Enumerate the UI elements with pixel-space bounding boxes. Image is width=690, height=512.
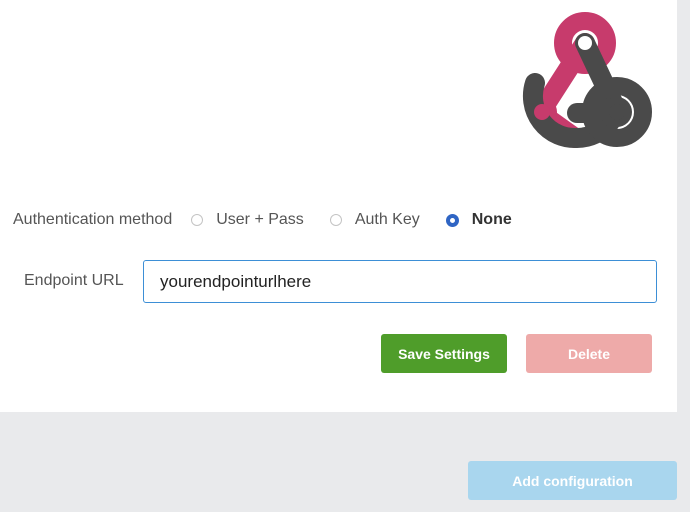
auth-option-label: User + Pass [216, 211, 304, 228]
endpoint-url-label: Endpoint URL [24, 272, 124, 289]
radio-unchecked-icon[interactable] [191, 214, 204, 226]
auth-option-label: None [471, 211, 512, 228]
auth-option-none[interactable]: None [445, 211, 512, 229]
save-settings-button[interactable]: Save Settings [381, 334, 507, 373]
auth-option-label: Auth Key [354, 211, 420, 228]
auth-option-user-pass[interactable]: User + Pass [191, 211, 304, 229]
webhook-icon [522, 12, 652, 149]
radio-checked-icon[interactable] [445, 213, 459, 227]
radio-unchecked-icon[interactable] [329, 214, 342, 226]
webhook-settings-panel: Authentication method User + Pass Auth K… [0, 0, 677, 412]
authentication-method-row: Authentication method User + Pass Auth K… [13, 208, 538, 232]
endpoint-url-input[interactable] [143, 260, 657, 303]
auth-option-auth-key[interactable]: Auth Key [329, 211, 420, 229]
delete-button[interactable]: Delete [526, 334, 652, 373]
authentication-method-label: Authentication method [13, 211, 173, 228]
add-configuration-button[interactable]: Add configuration [468, 461, 677, 500]
